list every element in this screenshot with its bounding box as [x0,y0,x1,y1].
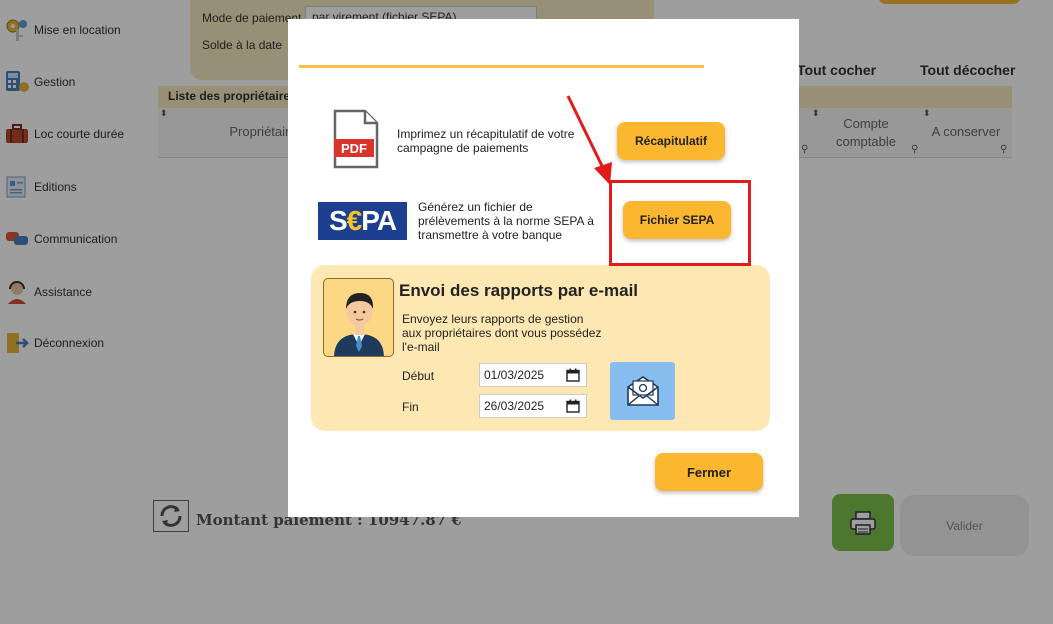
sepa-description: Générez un fichier de prélèvements à la … [418,200,594,242]
calendar-icon[interactable] [566,399,580,413]
email-panel-description: Envoyez leurs rapports de gestion aux pr… [402,312,602,354]
start-date-label: Début [402,369,435,383]
annotation-highlight-box [609,180,751,266]
start-date-value: 01/03/2025 [484,368,545,382]
payment-actions-modal: PDF Imprimez un récapitulatif de votre c… [288,19,799,517]
modal-divider [299,65,704,68]
email-panel-title: Envoi des rapports par e-mail [399,281,639,300]
end-date-input[interactable]: 26/03/2025 [479,394,587,418]
summary-description: Imprimez un récapitulatif de votre campa… [397,127,575,155]
end-date-label: Fin [402,400,419,414]
email-reports-panel: Envoi des rapports par e-mail Envoyez le… [311,265,770,431]
pdf-label: PDF [341,141,367,156]
calendar-icon[interactable] [566,368,580,382]
businessman-icon [334,293,384,356]
send-email-button[interactable] [610,362,675,420]
avatar [323,278,394,357]
start-date-input[interactable]: 01/03/2025 [479,363,587,387]
email-envelope-icon [626,376,659,406]
pdf-file-icon: PDF [333,109,379,169]
annotation-arrow-icon [566,95,612,185]
close-button[interactable]: Fermer [655,453,763,491]
summary-button[interactable]: Récapitulatif [617,122,725,160]
sepa-logo: S € PA [318,202,407,240]
end-date-value: 26/03/2025 [484,399,545,413]
